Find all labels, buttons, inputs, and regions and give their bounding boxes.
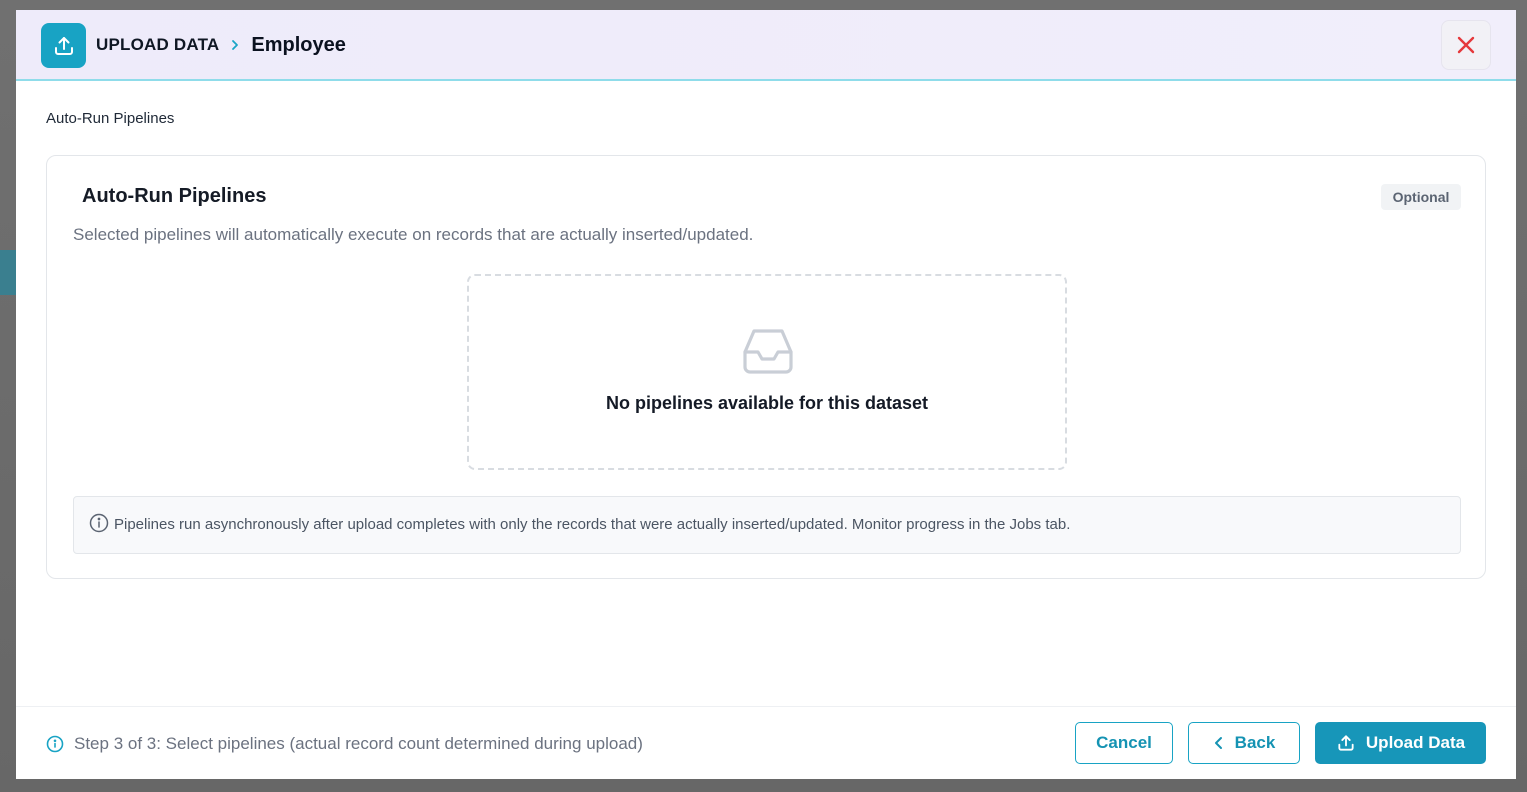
back-button[interactable]: Back xyxy=(1188,722,1300,764)
empty-state: No pipelines available for this dataset xyxy=(467,274,1067,470)
back-button-label: Back xyxy=(1234,733,1276,752)
info-notice: Pipelines run asynchronously after uploa… xyxy=(73,496,1461,554)
section-label: Auto-Run Pipelines xyxy=(46,110,175,127)
modal-footer: Step 3 of 3: Select pipelines (actual re… xyxy=(16,706,1516,779)
info-text: Pipelines run asynchronously after uploa… xyxy=(114,516,1071,533)
upload-data-modal: UPLOAD DATA Employee Auto-Run Pipelines … xyxy=(16,10,1516,779)
upload-icon xyxy=(1338,735,1354,751)
empty-state-message: No pipelines available for this dataset xyxy=(605,393,929,413)
cancel-button[interactable]: Cancel xyxy=(1075,722,1173,764)
breadcrumb-current: Employee xyxy=(251,33,346,56)
info-icon xyxy=(46,735,64,753)
close-icon xyxy=(1457,36,1475,54)
background-strip xyxy=(0,250,16,295)
upload-data-button-label: Upload Data xyxy=(1365,733,1466,752)
modal-header: UPLOAD DATA Employee xyxy=(16,10,1516,81)
optional-badge: Optional xyxy=(1381,184,1461,210)
chevron-right-icon xyxy=(229,39,241,51)
chevron-left-icon xyxy=(1214,737,1222,749)
card-title: Auto-Run Pipelines xyxy=(82,185,267,207)
inbox-icon xyxy=(741,326,795,376)
auto-run-pipelines-card: Auto-Run Pipelines Optional Selected pip… xyxy=(46,155,1486,579)
card-description: Selected pipelines will automatically ex… xyxy=(73,225,754,244)
upload-icon xyxy=(41,23,86,68)
close-button[interactable] xyxy=(1441,20,1491,70)
info-icon xyxy=(89,513,109,533)
breadcrumb-root: UPLOAD DATA xyxy=(96,35,220,54)
breadcrumb: UPLOAD DATA Employee xyxy=(96,32,346,58)
cancel-button-label: Cancel xyxy=(1096,733,1152,752)
step-indicator: Step 3 of 3: Select pipelines (actual re… xyxy=(74,734,643,753)
upload-data-button[interactable]: Upload Data xyxy=(1315,722,1486,764)
